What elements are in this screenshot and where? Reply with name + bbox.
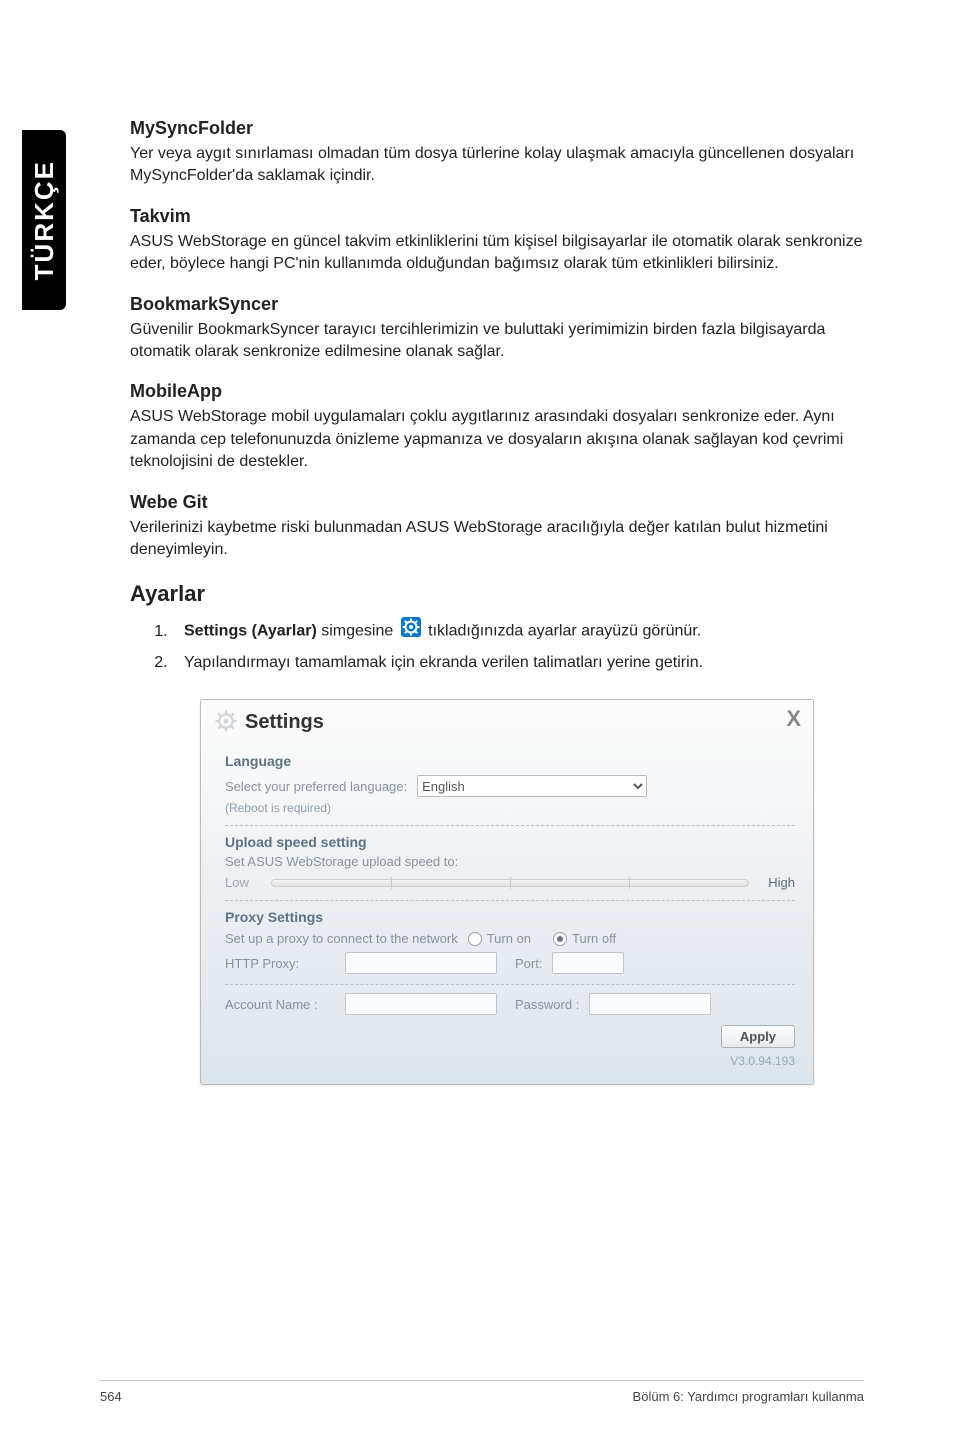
dialog-titlebar: Settings <box>201 700 813 741</box>
steps-list: Settings (Ayarlar) simgesine <box>130 617 864 675</box>
proxy-section-title: Proxy Settings <box>225 909 795 925</box>
account-name-label: Account Name : <box>225 997 335 1012</box>
settings-dialog: X <box>200 699 814 1085</box>
body-takvim: ASUS WebStorage en güncel takvim etkinli… <box>130 231 864 276</box>
proxy-setup-label: Set up a proxy to connect to the network <box>225 931 458 946</box>
heading-takvim: Takvim <box>130 206 864 227</box>
body-mysyncfolder: Yer veya aygıt sınırlaması olmadan tüm d… <box>130 143 864 188</box>
upload-label: Set ASUS WebStorage upload speed to: <box>225 854 795 869</box>
language-side-tab: TÜRKÇE <box>22 130 66 310</box>
upload-section-title: Upload speed setting <box>225 834 795 850</box>
proxy-turn-off-radio[interactable]: Turn off <box>553 931 616 946</box>
port-label: Port: <box>515 956 542 971</box>
divider <box>225 900 795 901</box>
apply-button[interactable]: Apply <box>721 1025 795 1048</box>
heading-mysyncfolder: MySyncFolder <box>130 118 864 139</box>
http-proxy-input[interactable] <box>345 952 497 974</box>
heading-webegit: Webe Git <box>130 492 864 513</box>
language-select[interactable]: English <box>417 775 647 797</box>
upload-high-label: High <box>749 875 795 890</box>
divider <box>225 984 795 985</box>
gear-icon <box>401 617 421 646</box>
upload-speed-slider[interactable] <box>271 879 749 887</box>
body-webegit: Verilerinizi kaybetme riski bulunmadan A… <box>130 517 864 562</box>
gear-icon <box>215 710 237 735</box>
document-content: MySyncFolder Yer veya aygıt sınırlaması … <box>130 118 864 1085</box>
step-1-suffix: tıkladığınızda ayarlar arayüzü görünür. <box>428 623 701 640</box>
heading-ayarlar: Ayarlar <box>130 581 864 607</box>
heading-mobileapp: MobileApp <box>130 381 864 402</box>
dialog-title: Settings <box>245 711 324 734</box>
version-label: V3.0.94.193 <box>225 1048 795 1068</box>
http-proxy-label: HTTP Proxy: <box>225 956 335 971</box>
port-input[interactable] <box>552 952 624 974</box>
page-footer: 564 Bölüm 6: Yardımcı programları kullan… <box>100 1380 864 1404</box>
language-section-title: Language <box>225 753 795 769</box>
body-bookmark: Güvenilir BookmarkSyncer tarayıcı tercih… <box>130 319 864 364</box>
step-1: Settings (Ayarlar) simgesine <box>172 617 864 646</box>
language-label: Select your preferred language: <box>225 779 407 794</box>
radio-icon <box>553 932 567 946</box>
step-1-bold: Settings (Ayarlar) <box>184 623 317 640</box>
page-number: 564 <box>100 1389 122 1404</box>
upload-low-label: Low <box>225 875 271 890</box>
close-icon[interactable]: X <box>786 706 801 732</box>
dialog-body: Language Select your preferred language:… <box>201 741 813 1084</box>
heading-bookmark: BookmarkSyncer <box>130 294 864 315</box>
body-mobileapp: ASUS WebStorage mobil uygulamaları çoklu… <box>130 406 864 473</box>
proxy-turn-off-label: Turn off <box>572 931 616 946</box>
language-note: (Reboot is required) <box>225 801 795 815</box>
divider <box>225 825 795 826</box>
side-tab-label: TÜRKÇE <box>29 160 60 280</box>
password-input[interactable] <box>589 993 711 1015</box>
account-name-input[interactable] <box>345 993 497 1015</box>
step-1-mid: simgesine <box>317 623 398 640</box>
step-2: Yapılandırmayı tamamlamak için ekranda v… <box>172 650 864 676</box>
password-label: Password : <box>515 997 579 1012</box>
radio-icon <box>468 932 482 946</box>
chapter-label: Bölüm 6: Yardımcı programları kullanma <box>633 1389 864 1404</box>
proxy-turn-on-label: Turn on <box>487 931 531 946</box>
proxy-turn-on-radio[interactable]: Turn on <box>468 931 531 946</box>
